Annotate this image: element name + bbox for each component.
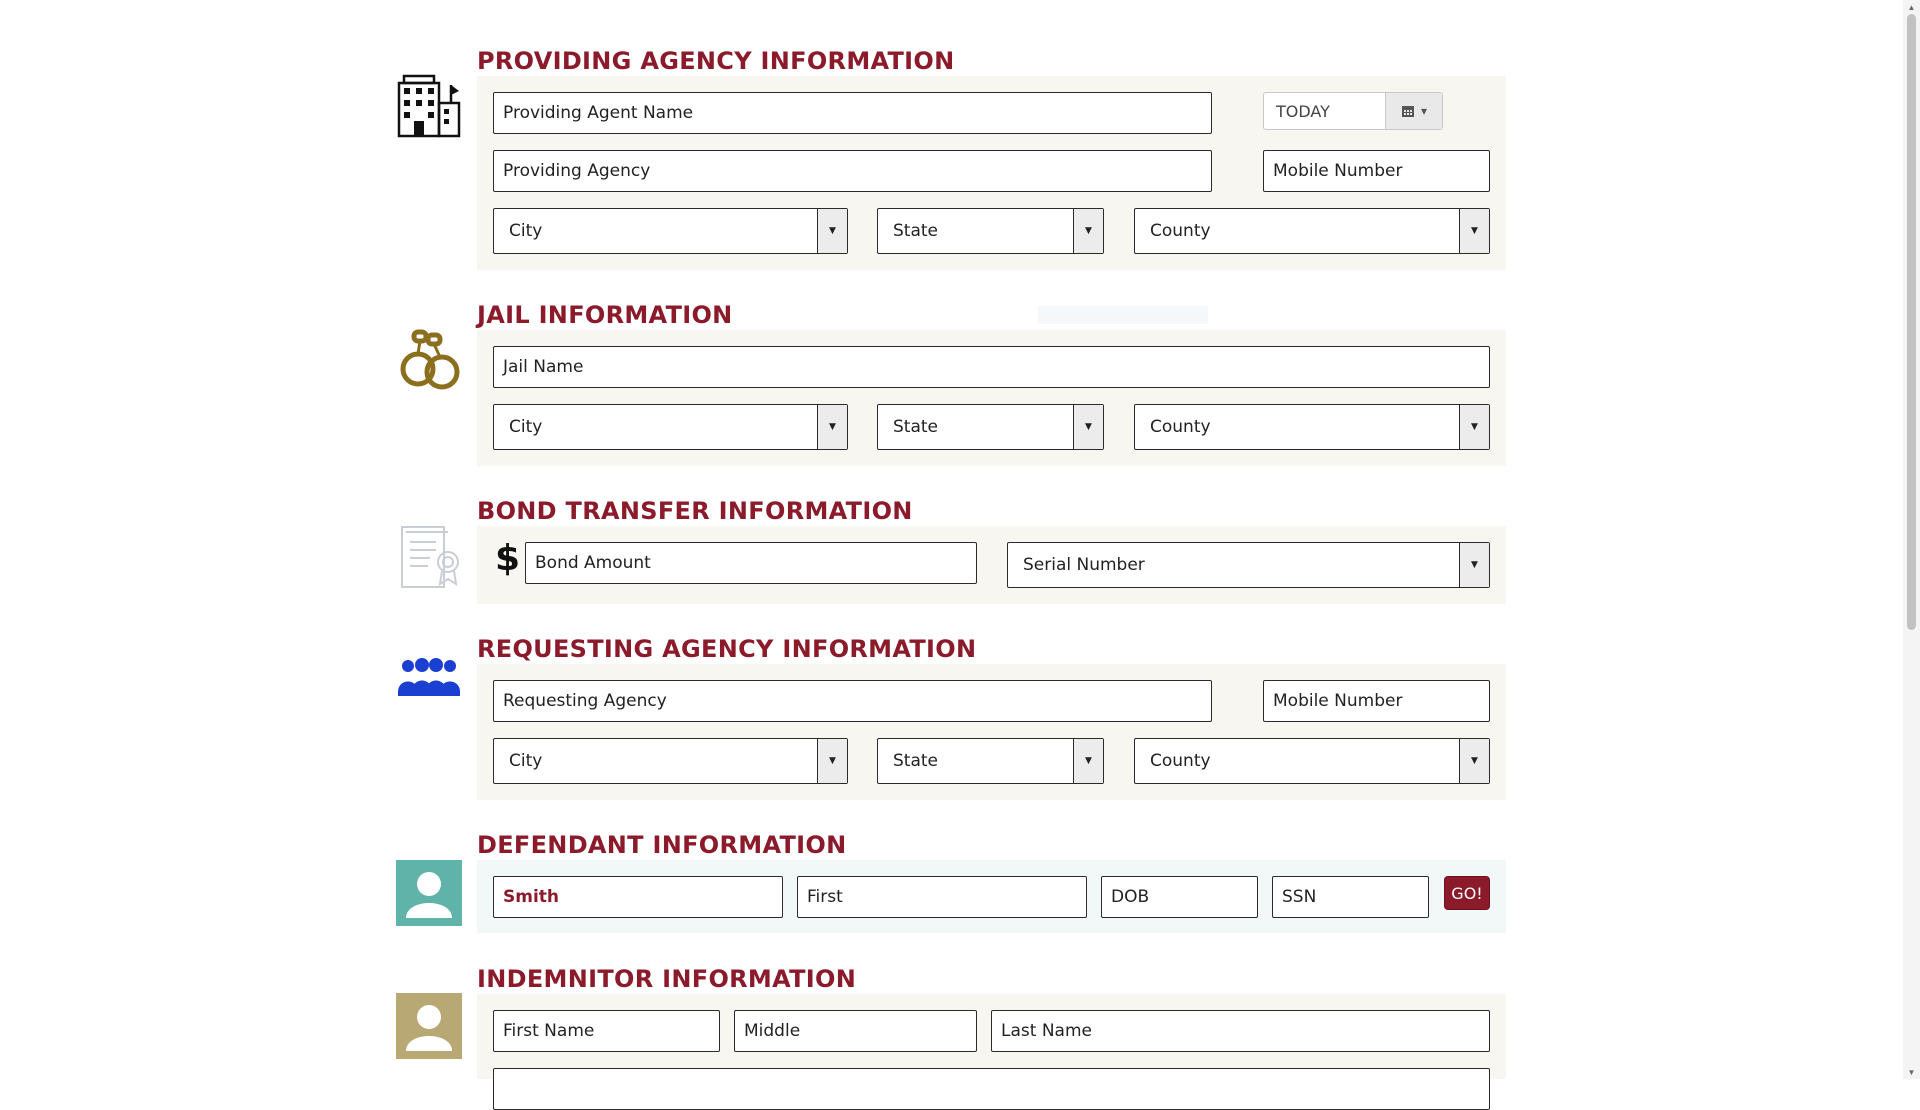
providing-agency-input[interactable]: Providing Agency [493,150,1212,192]
providing-state-select[interactable]: State ▼ [877,208,1104,254]
defendant-ssn-input[interactable]: SSN [1272,876,1429,918]
go-button[interactable]: GO! [1444,876,1490,910]
bond-panel: $ Bond Amount Serial Number ▼ [477,526,1506,604]
certificate-icon [401,526,459,588]
select-label: Serial Number [1023,555,1145,575]
select-label: State [893,751,938,771]
indemnitor-middle-input[interactable]: Middle [734,1010,977,1052]
providing-county-select[interactable]: County ▼ [1134,208,1490,254]
defendant-last-name-input[interactable]: Smith [493,876,783,918]
jail-name-input[interactable]: Jail Name [493,346,1490,388]
dropdown-arrow-icon[interactable]: ▼ [1073,209,1103,253]
defendant-first-name-input[interactable]: First [797,876,1087,918]
group-icon [398,658,460,696]
select-label: State [893,221,938,241]
building-icon [397,74,461,138]
jail-panel: Jail Name City ▼ State ▼ County ▼ [477,330,1506,466]
bond-amount-input[interactable]: Bond Amount [525,542,977,584]
indemnitor-last-name-input[interactable]: Last Name [991,1010,1490,1052]
scrollbar-thumb[interactable] [1907,14,1916,630]
section-title: PROVIDING AGENCY INFORMATION [477,47,955,75]
date-picker[interactable]: TODAY ▾ [1263,92,1443,130]
requesting-panel: Requesting Agency Mobile Number City ▼ S… [477,664,1506,800]
dropdown-arrow-icon[interactable]: ▼ [1459,405,1489,449]
select-label: County [1150,417,1211,437]
providing-mobile-input[interactable]: Mobile Number [1263,150,1490,192]
calendar-button[interactable]: ▾ [1385,93,1442,129]
person-icon [396,993,462,1059]
providing-agent-name-input[interactable]: Providing Agent Name [493,92,1212,134]
requesting-state-select[interactable]: State ▼ [877,738,1104,784]
select-label: City [509,221,543,241]
indemnitor-panel: First Name Middle Last Name [477,994,1506,1110]
scroll-up-arrow-icon[interactable]: ▲ [1903,0,1920,14]
dropdown-arrow-icon[interactable]: ▼ [817,209,847,253]
requesting-city-select[interactable]: City ▼ [493,738,848,784]
handcuffs-icon [400,329,460,390]
providing-city-select[interactable]: City ▼ [493,208,848,254]
dropdown-arrow-icon[interactable]: ▼ [1073,739,1103,783]
requesting-mobile-input[interactable]: Mobile Number [1263,680,1490,722]
indemnitor-first-name-input[interactable]: First Name [493,1010,720,1052]
section-title: INDEMNITOR INFORMATION [477,965,857,993]
section-title: JAIL INFORMATION [477,301,733,329]
select-label: City [509,417,543,437]
dropdown-arrow-icon[interactable]: ▼ [1459,739,1489,783]
vertical-scrollbar[interactable]: ▲ ▼ [1903,0,1920,1079]
select-label: County [1150,221,1211,241]
person-icon [396,860,462,926]
dollar-sign: $ [495,538,521,579]
requesting-agency-input[interactable]: Requesting Agency [493,680,1212,722]
section-title: DEFENDANT INFORMATION [477,831,847,859]
providing-panel: Providing Agent Name TODAY ▾ Providing A… [477,76,1506,270]
section-title: REQUESTING AGENCY INFORMATION [477,635,977,663]
dropdown-arrow-icon[interactable]: ▼ [1073,405,1103,449]
jail-county-select[interactable]: County ▼ [1134,404,1490,450]
defendant-panel: Smith First DOB SSN GO! [477,860,1506,933]
calendar-icon [1401,106,1414,117]
jail-city-select[interactable]: City ▼ [493,404,848,450]
serial-number-select[interactable]: Serial Number ▼ [1007,542,1490,588]
chevron-down-icon: ▾ [1420,104,1428,118]
scroll-down-arrow-icon[interactable]: ▼ [1903,1065,1920,1079]
defendant-dob-input[interactable]: DOB [1101,876,1258,918]
select-label: City [509,751,543,771]
select-label: County [1150,751,1211,771]
dropdown-arrow-icon[interactable]: ▼ [817,405,847,449]
dropdown-arrow-icon[interactable]: ▼ [1459,209,1489,253]
select-label: State [893,417,938,437]
requesting-county-select[interactable]: County ▼ [1134,738,1490,784]
indemnitor-next-field[interactable] [493,1068,1490,1110]
section-title: BOND TRANSFER INFORMATION [477,497,913,525]
date-value: TODAY [1276,101,1330,121]
jail-state-select[interactable]: State ▼ [877,404,1104,450]
faint-overlay [1038,306,1208,324]
dropdown-arrow-icon[interactable]: ▼ [817,739,847,783]
dropdown-arrow-icon[interactable]: ▼ [1459,543,1489,587]
